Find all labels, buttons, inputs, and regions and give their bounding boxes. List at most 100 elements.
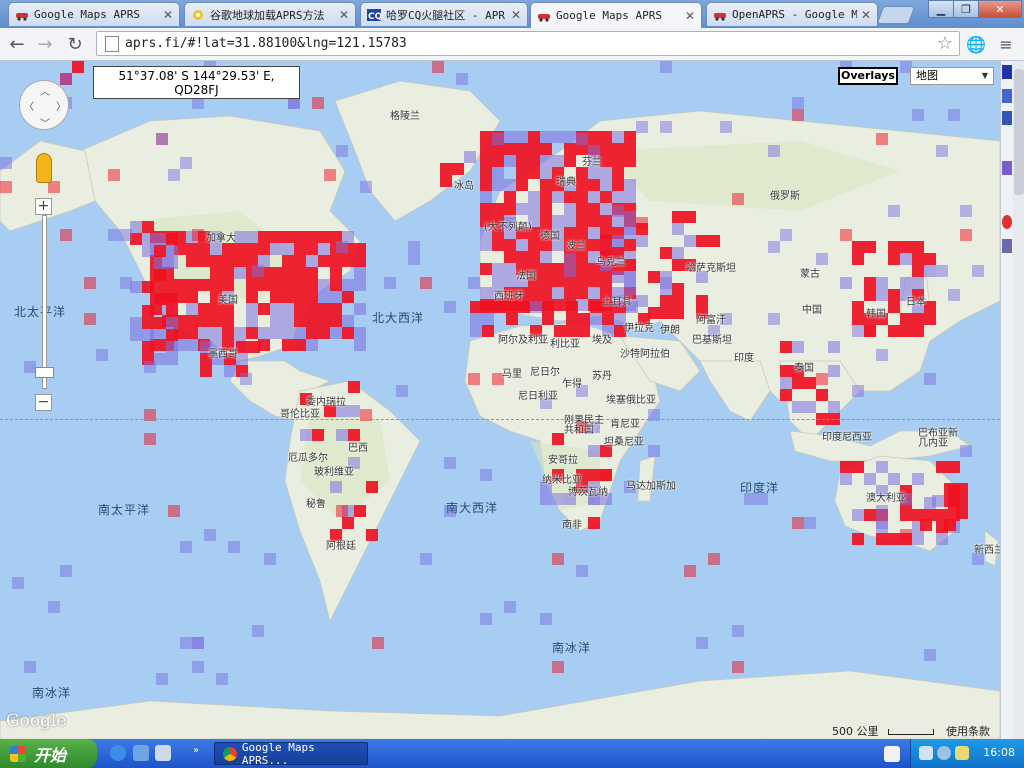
heatmap-cell [306, 339, 318, 351]
show-desktop-icon[interactable] [155, 745, 171, 761]
pan-control[interactable]: ︿ ﹀ 〈 〉 [19, 80, 69, 130]
tab-aprs-method[interactable]: 谷歌地球加载APRS方法 ✕ [184, 2, 356, 26]
map-canvas[interactable]: 格陵兰 冰岛 芬兰 瑞典 (大不列颠) 德国 波兰 乌克兰 法国 西班牙 土耳其… [0, 61, 1000, 739]
map-type-select[interactable]: 地图 ▼ [910, 67, 994, 85]
label-mongolia: 蒙古 [800, 269, 820, 280]
heatmap-cell [492, 203, 504, 215]
heatmap-cell [612, 143, 624, 155]
zoom-slider-thumb[interactable] [35, 367, 54, 378]
tray-app-icon[interactable] [937, 746, 951, 760]
heatmap-cell [528, 143, 540, 155]
close-icon[interactable]: ✕ [511, 8, 521, 22]
heatmap-cell [684, 235, 696, 247]
pan-up-icon[interactable]: ︿ [40, 83, 50, 98]
heatmap-cell [154, 245, 166, 257]
heatmap-cell [542, 301, 554, 313]
pan-down-icon[interactable]: ﹀ [40, 115, 50, 130]
heatmap-cell [576, 179, 588, 191]
close-icon[interactable]: ✕ [163, 8, 173, 22]
side-icon[interactable] [1002, 239, 1012, 253]
keyboard-icon[interactable] [884, 746, 900, 762]
quicklaunch-more-icon[interactable]: » [193, 745, 209, 761]
heatmap-cell [552, 553, 564, 565]
heatmap-cell [282, 231, 294, 243]
heatmap-cell [154, 269, 166, 281]
car-icon [537, 10, 551, 22]
pan-right-icon[interactable]: 〉 [56, 98, 66, 113]
overlays-button[interactable]: Overlays [838, 67, 898, 85]
side-icon[interactable] [1002, 215, 1012, 229]
volume-icon[interactable] [955, 746, 969, 760]
zoom-in-button[interactable]: + [35, 198, 52, 215]
bookmark-star-icon[interactable]: ☆ [937, 33, 953, 54]
heatmap-cell [852, 301, 864, 313]
tab-google-maps-aprs-1[interactable]: Google Maps APRS ✕ [8, 2, 180, 26]
heatmap-cell [354, 255, 366, 267]
side-icon[interactable] [1002, 89, 1012, 103]
reload-icon[interactable]: ↻ [63, 32, 87, 56]
heatmap-cell [972, 265, 984, 277]
heatmap-cell [506, 313, 518, 325]
side-icon[interactable] [1002, 161, 1012, 175]
back-icon[interactable]: ← [5, 32, 29, 56]
street-view-pegman-icon[interactable] [36, 153, 52, 183]
heatmap-cell [180, 637, 192, 649]
heatmap-cell [282, 327, 294, 339]
heatmap-cell [924, 313, 936, 325]
taskbar-item-chrome[interactable]: Google Maps APRS... [214, 741, 368, 767]
media-icon[interactable] [133, 745, 149, 761]
close-icon[interactable]: ✕ [339, 8, 349, 22]
tab-google-maps-aprs-active[interactable]: Google Maps APRS ✕ [530, 2, 702, 28]
heatmap-cell [900, 277, 912, 289]
label-poland: 波兰 [566, 241, 586, 252]
globe-icon[interactable]: 🌐 [964, 32, 988, 56]
heatmap-cell [708, 553, 720, 565]
label-ecuador: 厄瓜多尔 [288, 453, 328, 464]
close-icon[interactable]: ✕ [685, 9, 695, 23]
heatmap-cell [318, 303, 330, 315]
heatmap-cell [948, 289, 960, 301]
restore-button[interactable]: ❐ [953, 0, 979, 18]
close-window-button[interactable]: ✕ [978, 0, 1022, 18]
heatmap-cell [294, 291, 306, 303]
heatmap-cell [900, 529, 912, 541]
zoom-slider-track[interactable] [42, 215, 47, 389]
side-icon[interactable] [1002, 65, 1012, 79]
new-tab-button[interactable] [876, 6, 916, 24]
heatmap-cell [900, 325, 912, 337]
start-button[interactable]: 开始 [0, 739, 97, 768]
tab-cq-community[interactable]: CQ 哈罗CQ火腿社区 - APR ✕ [360, 2, 528, 26]
heatmap-cell [354, 243, 366, 255]
heatmap-cell [888, 533, 900, 545]
tab-label: Google Maps APRS [34, 8, 140, 21]
zoom-out-button[interactable]: − [35, 394, 52, 411]
tab-openaprs[interactable]: OpenAPRS - Google Ma ✕ [706, 2, 878, 26]
heatmap-cell [578, 313, 590, 325]
label-mexico: 墨西哥 [208, 349, 238, 360]
heatmap-cell [956, 507, 968, 519]
close-icon[interactable]: ✕ [861, 8, 871, 22]
heatmap-cell [192, 661, 204, 673]
heatmap-cell [816, 389, 828, 401]
heatmap-cell [468, 277, 480, 289]
heatmap-cell [924, 373, 936, 385]
minimize-button[interactable]: ▁ [928, 0, 954, 18]
heatmap-cell [852, 325, 864, 337]
scrollbar-thumb[interactable] [1014, 69, 1024, 195]
heatmap-cell [282, 303, 294, 315]
heatmap-cell [564, 253, 576, 265]
forward-icon[interactable]: → [33, 32, 57, 56]
side-icon[interactable] [1002, 111, 1012, 125]
heatmap-cell [852, 385, 864, 397]
heatmap-cell [342, 279, 354, 291]
heatmap-cell [600, 179, 612, 191]
menu-icon[interactable]: ≡ [994, 32, 1018, 56]
network-icon[interactable] [919, 746, 933, 760]
heatmap-cell [234, 255, 246, 267]
heatmap-cell [588, 227, 600, 239]
ie-icon[interactable] [110, 745, 126, 761]
terms-of-use-link[interactable]: 使用条款 [946, 723, 990, 739]
url-text[interactable]: aprs.fi/#!lat=31.88100&lng=121.15783 [125, 36, 937, 51]
address-bar[interactable]: aprs.fi/#!lat=31.88100&lng=121.15783 ☆ [96, 31, 960, 56]
pan-left-icon[interactable]: 〈 [24, 98, 34, 113]
